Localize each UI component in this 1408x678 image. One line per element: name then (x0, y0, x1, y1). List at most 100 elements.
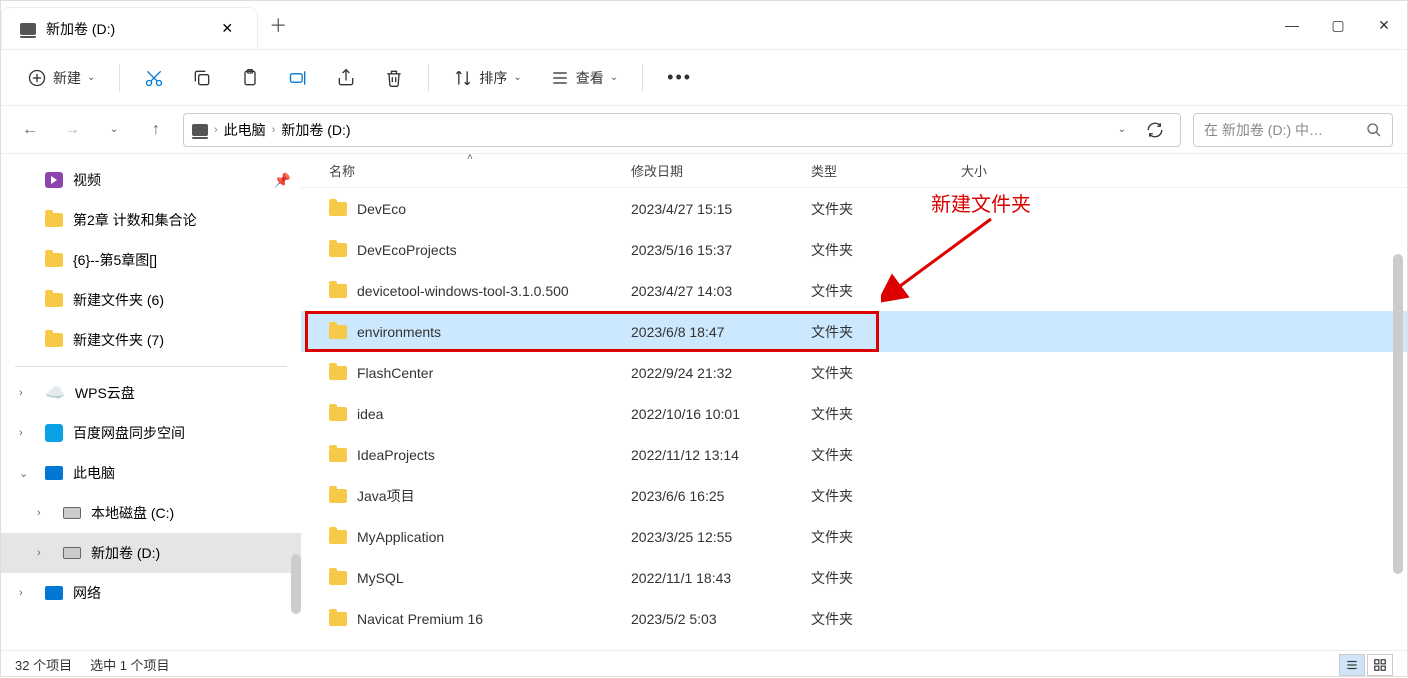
paste-button[interactable] (228, 58, 272, 98)
expand-icon[interactable]: › (37, 547, 41, 559)
recent-button[interactable]: ⌄ (99, 115, 129, 145)
expand-icon[interactable]: › (19, 387, 23, 399)
more-button[interactable]: ••• (655, 58, 704, 98)
file-row[interactable]: DevEcoProjects2023/5/16 15:37文件夹 (301, 229, 1407, 270)
close-button[interactable]: ✕ (1361, 1, 1407, 49)
address-input[interactable]: › 此电脑 › 新加卷 (D:) ⌄ (183, 113, 1181, 147)
file-row[interactable]: MySQL2022/11/1 18:43文件夹 (301, 557, 1407, 598)
column-size[interactable]: 大小 (961, 161, 1081, 180)
file-row[interactable]: idea2022/10/16 10:01文件夹 (301, 393, 1407, 434)
details-view-button[interactable] (1339, 654, 1365, 676)
disk-icon (63, 547, 81, 559)
sort-button[interactable]: 排序 ⌄ (441, 58, 533, 98)
network-icon (45, 586, 63, 600)
share-button[interactable] (324, 58, 368, 98)
folder-icon (329, 284, 347, 298)
pc-icon (45, 466, 63, 480)
status-bar: 32 个项目 选中 1 个项目 (1, 650, 1407, 678)
sidebar-item[interactable]: ⌄此电脑 (1, 453, 301, 493)
file-row[interactable]: devicetool-windows-tool-3.1.0.5002023/4/… (301, 270, 1407, 311)
forward-button[interactable]: → (57, 115, 87, 145)
sidebar-item[interactable]: 视频📌 (1, 160, 301, 200)
file-date: 2022/10/16 10:01 (631, 406, 811, 422)
back-button[interactable]: ← (15, 115, 45, 145)
file-name: environments (357, 324, 441, 340)
file-date: 2023/5/2 5:03 (631, 611, 811, 627)
file-type: 文件夹 (811, 281, 961, 301)
up-button[interactable]: ↑ (141, 115, 171, 145)
search-icon (1366, 122, 1382, 138)
expand-icon[interactable]: ⌄ (19, 467, 28, 480)
sidebar-item-label: 视频 (73, 170, 101, 190)
sidebar-divider (15, 366, 287, 367)
minimize-button[interactable]: ― (1269, 1, 1315, 49)
rename-icon (288, 68, 308, 88)
window-controls: ― ▢ ✕ (1269, 1, 1407, 49)
file-date: 2022/11/1 18:43 (631, 570, 811, 586)
folder-icon (329, 612, 347, 626)
maximize-button[interactable]: ▢ (1315, 1, 1361, 49)
folder-icon (329, 325, 347, 339)
main-scrollbar[interactable] (1393, 254, 1403, 574)
file-row[interactable]: environments2023/6/8 18:47文件夹 (301, 311, 1407, 352)
sidebar-item[interactable]: › 新加卷 (D:) (1, 533, 301, 573)
thumbnail-view-button[interactable] (1367, 654, 1393, 676)
copy-button[interactable] (180, 58, 224, 98)
sidebar-item-label: 新加卷 (D:) (91, 543, 160, 563)
delete-button[interactable] (372, 58, 416, 98)
search-input[interactable]: 在 新加卷 (D:) 中… (1193, 113, 1393, 147)
file-row[interactable]: MyApplication2023/3/25 12:55文件夹 (301, 516, 1407, 557)
sidebar-item[interactable]: ›网络 (1, 573, 301, 613)
sidebar-item[interactable]: ›☁️WPS云盘 (1, 373, 301, 413)
column-type[interactable]: 类型 (811, 161, 961, 180)
chevron-right-icon: › (214, 124, 218, 136)
folder-icon (329, 571, 347, 585)
breadcrumb-seg-drive[interactable]: 新加卷 (D:) (281, 120, 350, 140)
sidebar-item[interactable]: ›百度网盘同步空间 (1, 413, 301, 453)
file-name: DevEcoProjects (357, 242, 457, 258)
column-name[interactable]: 名称 (301, 161, 631, 180)
divider (642, 64, 643, 92)
cut-icon (144, 68, 164, 88)
expand-icon[interactable]: › (19, 427, 23, 439)
file-type: 文件夹 (811, 568, 961, 588)
chevron-down-icon[interactable]: ⌄ (1118, 124, 1126, 135)
file-row[interactable]: DevEco2023/4/27 15:15文件夹 (301, 188, 1407, 229)
copy-icon (192, 68, 212, 88)
chevron-down-icon: ⌄ (87, 72, 95, 83)
sidebar-item-label: 第2章 计数和集合论 (73, 210, 197, 230)
new-tab-button[interactable]: ＋ (258, 1, 298, 49)
folder-icon (329, 489, 347, 503)
rename-button[interactable] (276, 58, 320, 98)
new-button[interactable]: 新建 ⌄ (15, 58, 107, 98)
sidebar-item[interactable]: 新建文件夹 (7) (1, 320, 301, 360)
tab-close-button[interactable]: ✕ (215, 17, 239, 41)
tab-drive-d[interactable]: 新加卷 (D:) ✕ (1, 7, 258, 49)
expand-icon[interactable]: › (37, 507, 41, 519)
cut-button[interactable] (132, 58, 176, 98)
file-date: 2022/9/24 21:32 (631, 365, 811, 381)
breadcrumb-seg-pc[interactable]: 此电脑 (224, 120, 266, 140)
sidebar-item[interactable]: 第2章 计数和集合论 (1, 200, 301, 240)
column-date[interactable]: 修改日期 (631, 161, 811, 180)
view-button[interactable]: 查看 ⌄ (538, 58, 630, 98)
file-type: 文件夹 (811, 609, 961, 629)
sidebar-item[interactable]: ›本地磁盘 (C:) (1, 493, 301, 533)
sidebar-scrollbar[interactable] (291, 554, 301, 614)
folder-icon (45, 253, 63, 267)
file-date: 2023/5/16 15:37 (631, 242, 811, 258)
sort-icon (453, 68, 473, 88)
expand-icon[interactable]: › (19, 587, 23, 599)
sidebar-item-label: {6}--第5章图[] (73, 250, 157, 270)
file-name: IdeaProjects (357, 447, 435, 463)
sort-indicator-icon: ˄ (467, 154, 473, 163)
sidebar-item[interactable]: 新建文件夹 (6) (1, 280, 301, 320)
divider (428, 64, 429, 92)
file-row[interactable]: FlashCenter2022/9/24 21:32文件夹 (301, 352, 1407, 393)
file-row[interactable]: IdeaProjects2022/11/12 13:14文件夹 (301, 434, 1407, 475)
refresh-button[interactable] (1138, 113, 1172, 147)
file-row[interactable]: Navicat Premium 162023/5/2 5:03文件夹 (301, 598, 1407, 639)
sidebar-item[interactable]: {6}--第5章图[] (1, 240, 301, 280)
file-row[interactable]: Java项目2023/6/6 16:25文件夹 (301, 475, 1407, 516)
annotation-label: 新建文件夹 (931, 188, 1031, 217)
